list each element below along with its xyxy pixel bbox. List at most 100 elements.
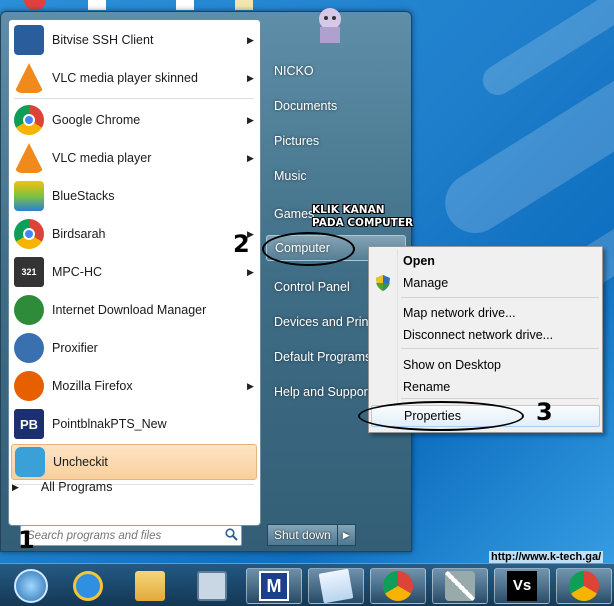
network-tool-icon xyxy=(197,571,227,601)
mpc-hc-icon: 321 xyxy=(14,257,44,287)
taskbar-button[interactable] xyxy=(60,568,116,604)
program-item[interactable]: Proxifier xyxy=(11,330,257,366)
program-label: Internet Download Manager xyxy=(52,303,207,317)
vlc-icon xyxy=(14,143,44,173)
program-item[interactable]: 321 MPC-HC ▶ xyxy=(11,254,257,290)
taskbar: M Vs xyxy=(0,563,614,606)
taskbar-button[interactable] xyxy=(3,568,59,604)
start-orb-icon xyxy=(14,569,48,603)
annotation-step-2: 2 xyxy=(233,230,250,258)
program-item[interactable]: Bitvise SSH Client ▶ xyxy=(11,22,257,58)
uncheckit-icon xyxy=(15,447,45,477)
program-item[interactable]: BlueStacks xyxy=(11,178,257,214)
chrome-icon xyxy=(14,219,44,249)
program-item[interactable]: Mozilla Firefox ▶ xyxy=(11,368,257,404)
program-item[interactable]: VLC media player skinned ▶ xyxy=(11,60,257,96)
taskbar-button[interactable]: Vs xyxy=(494,568,550,604)
program-label: BlueStacks xyxy=(52,189,115,203)
program-item[interactable]: Internet Download Manager xyxy=(11,292,257,328)
file-explorer-icon xyxy=(135,571,165,601)
search-icon[interactable] xyxy=(221,527,241,544)
taskbar-button[interactable] xyxy=(122,568,178,604)
taskbar-button[interactable] xyxy=(432,568,488,604)
arrow-right-icon: ▶ xyxy=(247,380,254,391)
menu-separator xyxy=(401,398,599,399)
internet-explorer-icon xyxy=(73,571,103,601)
context-menu-item[interactable]: Open xyxy=(371,250,600,272)
program-label: VLC media player skinned xyxy=(52,71,198,85)
program-label: PointblnakPTS_New xyxy=(52,417,167,431)
vlc-icon xyxy=(14,63,44,93)
menu-separator xyxy=(401,297,599,298)
program-label: MPC-HC xyxy=(52,265,102,279)
m-app-icon: M xyxy=(259,571,289,601)
tools-icon xyxy=(445,571,475,601)
program-item[interactable]: Google Chrome ▶ xyxy=(11,102,257,138)
program-label: Bitvise SSH Client xyxy=(52,33,154,47)
program-item[interactable]: VLC media player ▶ xyxy=(11,140,257,176)
desktop-icon[interactable] xyxy=(176,0,194,10)
annotation-step-1: 1 xyxy=(18,526,35,554)
program-item[interactable]: Uncheckit xyxy=(11,444,257,480)
divider xyxy=(14,98,254,99)
taskbar-button[interactable] xyxy=(184,568,240,604)
chrome-icon xyxy=(14,105,44,135)
search-box[interactable] xyxy=(20,525,242,546)
all-programs-label: All Programs xyxy=(40,480,113,494)
all-programs-button[interactable]: ▶ All Programs xyxy=(8,476,112,498)
desktop-icon[interactable] xyxy=(24,0,46,10)
context-menu-item[interactable]: Manage xyxy=(371,272,600,294)
desktop-icon[interactable] xyxy=(235,0,253,10)
taskbar-button[interactable]: M xyxy=(246,568,302,604)
bitvise-icon xyxy=(14,25,44,55)
taskbar-button[interactable] xyxy=(370,568,426,604)
arrow-right-icon: ▶ xyxy=(247,266,254,277)
idm-icon xyxy=(14,295,44,325)
start-menu-link[interactable]: Pictures xyxy=(266,126,406,156)
context-menu-item[interactable]: Rename xyxy=(371,376,600,398)
annotation-ellipse-properties xyxy=(358,401,524,431)
annotation-ellipse-computer xyxy=(262,232,355,266)
pointblank-icon: PB xyxy=(14,409,44,439)
shutdown-button[interactable]: Shut down xyxy=(267,524,338,546)
program-label: Proxifier xyxy=(52,341,98,355)
taskbar-button[interactable] xyxy=(556,568,612,604)
start-menu-link[interactable]: Documents xyxy=(266,91,406,121)
program-label: Google Chrome xyxy=(52,113,141,127)
program-label: Mozilla Firefox xyxy=(52,379,133,393)
notepad-icon xyxy=(318,568,354,604)
context-menu-item[interactable]: Disconnect network drive... xyxy=(371,324,600,346)
arrow-right-icon: ▶ xyxy=(342,529,350,540)
firefox-icon xyxy=(14,371,44,401)
start-menu-link[interactable]: NICKO xyxy=(266,56,406,86)
taskbar-button[interactable] xyxy=(308,568,364,604)
shutdown-group: Shut down ▶ xyxy=(267,524,356,546)
program-label: Birdsarah xyxy=(52,227,106,241)
arrow-right-icon: ▶ xyxy=(247,152,254,163)
program-label: VLC media player xyxy=(52,151,152,165)
desktop-icon[interactable] xyxy=(88,0,106,10)
visual-studio-icon: Vs xyxy=(507,571,537,601)
user-avatar[interactable] xyxy=(303,1,357,45)
chrome-icon xyxy=(383,571,413,601)
start-menu-link[interactable]: Music xyxy=(266,161,406,191)
arrow-right-icon: ▶ xyxy=(247,114,254,125)
arrow-right-icon: ▶ xyxy=(247,34,254,45)
search-input[interactable] xyxy=(27,529,221,542)
context-menu-item[interactable]: Map network drive... xyxy=(371,302,600,324)
program-item[interactable]: PB PointblnakPTS_New xyxy=(11,406,257,442)
program-item[interactable]: Birdsarah ▶ xyxy=(11,216,257,252)
proxifier-icon xyxy=(14,333,44,363)
context-menu-item[interactable]: Show on Desktop xyxy=(371,354,600,376)
watermark-url: http://www.k-tech.ga/ xyxy=(489,551,604,563)
wallpaper-streak xyxy=(477,0,614,101)
program-label: Uncheckit xyxy=(53,455,108,469)
shutdown-options-button[interactable]: ▶ xyxy=(337,524,356,546)
annotation-note-line1: KLIK KANAN xyxy=(312,204,385,216)
chrome-icon xyxy=(569,571,599,601)
menu-separator xyxy=(401,348,599,349)
bluestacks-icon xyxy=(14,181,44,211)
arrow-right-icon: ▶ xyxy=(12,481,19,492)
wallpaper-streak xyxy=(433,55,614,245)
annotation-note-line2: PADA COMPUTER xyxy=(312,217,414,229)
